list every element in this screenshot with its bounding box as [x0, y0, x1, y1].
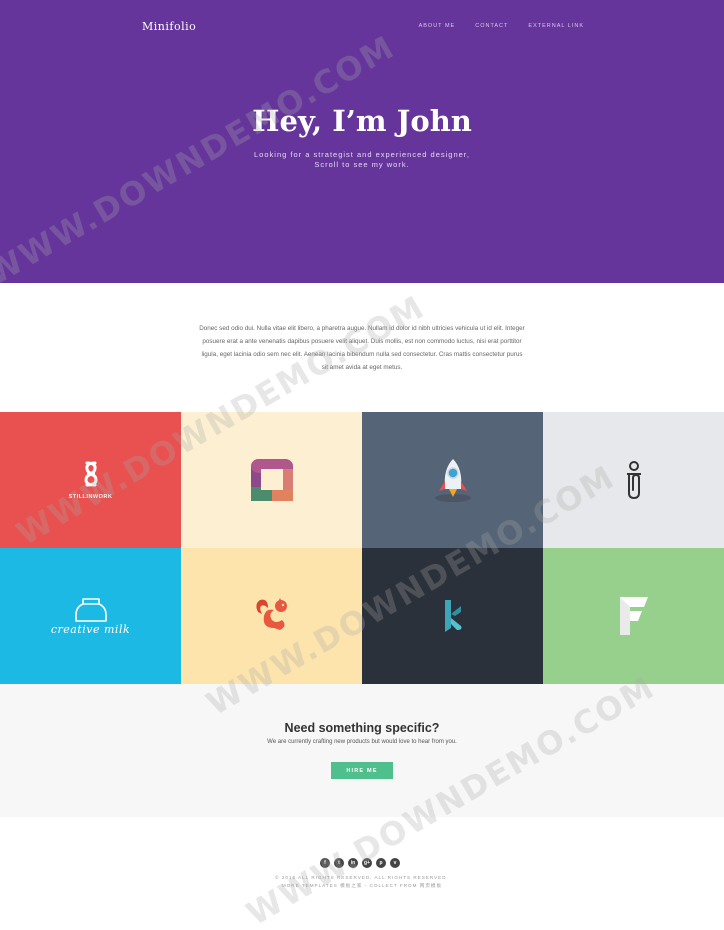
cta-title: Need something specific? — [284, 721, 440, 735]
portfolio-tile-k-logo[interactable] — [362, 548, 543, 684]
facebook-icon[interactable]: f — [320, 858, 330, 868]
copyright-line: MORE TEMPLATES 模板之家 - COLLECT FROM 网页模板 — [281, 883, 443, 888]
portfolio-tile-stillinwork[interactable]: STILLINWORK — [0, 412, 181, 548]
nav-external-link[interactable]: EXTERNAL LINK — [528, 23, 584, 29]
google-plus-icon[interactable]: g+ — [362, 858, 372, 868]
vimeo-icon[interactable]: v — [390, 858, 400, 868]
paperclip-figure-icon — [626, 461, 641, 500]
intro-line: posuere erat a ante venenatis dapibus po… — [202, 338, 522, 345]
intro-paragraph: Donec sed odio dui. Nulla vitae elit lib… — [186, 322, 538, 374]
portfolio-tile-creative-milk[interactable]: creative milk — [0, 548, 181, 684]
cta-text: We are currently crafting new products b… — [267, 739, 457, 745]
pinterest-icon[interactable]: p — [376, 858, 386, 868]
creative-milk-label: creative milk — [50, 622, 131, 636]
letter-k-logo-icon — [444, 600, 461, 632]
stillinwork-label: STILLINWORK — [68, 494, 113, 500]
twitter-icon[interactable]: t — [334, 858, 344, 868]
portfolio-tile-paperclip[interactable] — [543, 412, 724, 548]
hero-subtitle-line: Scroll to see my work. — [314, 160, 410, 169]
hero-subtitle: Looking for a strategist and experienced… — [0, 150, 724, 170]
top-nav: ABOUT ME CONTACT EXTERNAL LINK — [419, 23, 584, 29]
hire-me-button[interactable]: HIRE ME — [331, 762, 393, 779]
nav-about-me[interactable]: ABOUT ME — [419, 23, 456, 29]
copyright-line: © 2015 ALL RIGHTS RESERVED. ALL RIGHTS R… — [275, 875, 449, 880]
rocket-icon — [434, 459, 471, 502]
portfolio-tile-squirrel[interactable] — [181, 548, 362, 684]
footer: f t in g+ p v © 2015 ALL RIGHTS RESERVED… — [0, 817, 724, 930]
portfolio-grid: STILLINWORK creative milk — [0, 412, 724, 684]
cta-section: Need something specific? We are currentl… — [0, 684, 724, 817]
copyright: © 2015 ALL RIGHTS RESERVED. ALL RIGHTS R… — [0, 874, 724, 890]
squirrel-icon — [255, 598, 287, 630]
intro-line: ligula, eget lacinia odio sem nec elit. … — [201, 351, 523, 358]
creative-milk-logo-icon — [74, 597, 107, 622]
linkedin-icon[interactable]: in — [348, 858, 358, 868]
intro-line: sit amet avida at eget metus. — [321, 364, 403, 371]
portfolio-tile-square-ring[interactable] — [181, 412, 362, 548]
stillinwork-logo-icon — [83, 461, 98, 487]
portfolio-tile-rocket[interactable] — [362, 412, 543, 548]
hero-subtitle-line: Looking for a strategist and experienced… — [254, 150, 470, 159]
nav-contact[interactable]: CONTACT — [475, 23, 508, 29]
brand-logo[interactable]: Minifolio — [142, 20, 196, 33]
intro-line: Donec sed odio dui. Nulla vitae elit lib… — [199, 325, 525, 332]
portfolio-tile-f-logo[interactable] — [543, 548, 724, 684]
hero-title: Hey, I’m John — [252, 104, 472, 138]
social-links: f t in g+ p v — [320, 858, 400, 868]
square-ring-logo-icon — [250, 459, 293, 501]
letter-f-logo-icon — [619, 597, 648, 635]
hero-section: Minifolio ABOUT ME CONTACT EXTERNAL LINK… — [0, 0, 724, 283]
